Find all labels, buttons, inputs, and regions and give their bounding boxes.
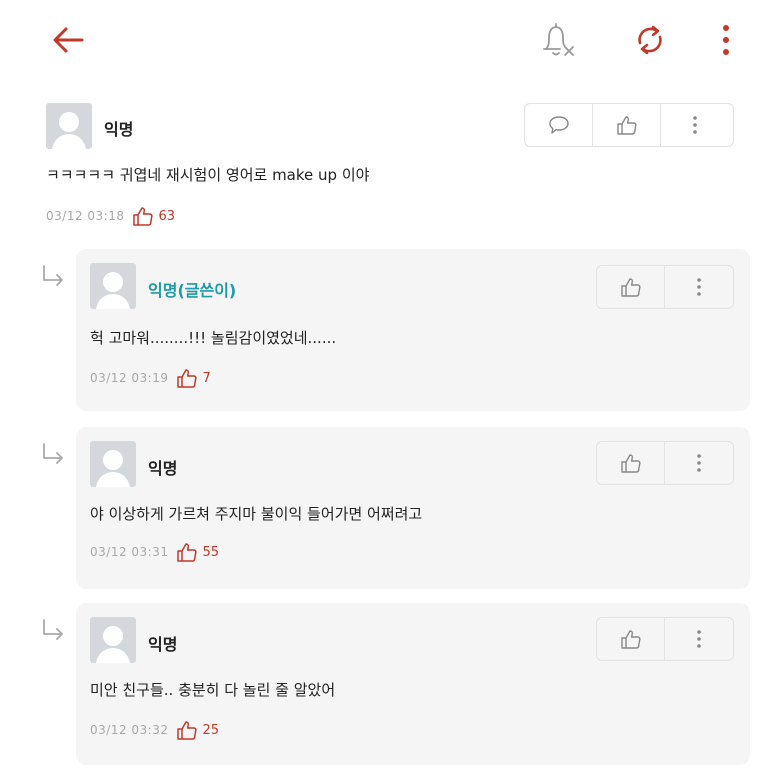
comment-menu-button[interactable]: [665, 442, 733, 484]
comment-time: 03/12 03:18: [46, 209, 125, 223]
avatar: [90, 617, 136, 663]
avatar: [90, 441, 136, 487]
like-count-value: 63: [158, 208, 176, 224]
comment-author: 익명: [148, 459, 178, 478]
like-count-value: 7: [202, 370, 211, 386]
comment-text: 헉 고마워........!!! 놀림감이였었네......: [90, 329, 337, 347]
reply-arrow-icon: [43, 443, 63, 464]
more-vertical-icon: [697, 454, 701, 472]
like-count-value: 55: [202, 544, 220, 560]
notification-button[interactable]: [536, 18, 580, 62]
thumbs-up-icon: [620, 630, 641, 649]
like-count-value: 25: [202, 722, 220, 738]
back-arrow-icon: [53, 27, 84, 53]
comment-meta: 03/12 03:18 63: [46, 205, 175, 227]
like-count: 25: [176, 719, 219, 741]
comment-meta: 03/12 03:31 55: [90, 541, 219, 563]
like-button[interactable]: [597, 618, 665, 660]
like-button[interactable]: [597, 442, 665, 484]
back-button[interactable]: [46, 18, 90, 62]
comment-actions: [596, 617, 734, 661]
comment-author: 익명: [148, 635, 178, 654]
avatar: [90, 263, 136, 309]
more-vertical-icon: [723, 25, 729, 55]
comment-time: 03/12 03:32: [90, 723, 169, 737]
thumbs-up-icon: [620, 454, 641, 473]
top-bar: [0, 0, 780, 80]
reply-arrow-icon: [43, 265, 63, 286]
reply-comment: 익명 야 이상하게 가르쳐 주지마 불이익 들어가면 어쩌려고 03/12 03…: [76, 427, 750, 589]
comment-time: 03/12 03:31: [90, 545, 169, 559]
comment-actions: [524, 103, 734, 147]
thumbs-up-icon: [620, 278, 641, 297]
thumbs-up-icon: [177, 369, 198, 388]
like-button[interactable]: [597, 266, 665, 308]
thumbs-up-icon: [177, 721, 198, 740]
comment-author: 익명: [104, 120, 134, 139]
like-count: 63: [132, 205, 175, 227]
speech-bubble-icon: [548, 116, 569, 134]
refresh-button[interactable]: [628, 18, 672, 62]
thumbs-up-icon: [133, 207, 154, 226]
comment-actions: [596, 265, 734, 309]
avatar: [46, 103, 92, 149]
refresh-icon: [638, 25, 662, 55]
comment-time: 03/12 03:19: [90, 371, 169, 385]
like-count: 55: [176, 541, 219, 563]
notification-off-icon: [543, 23, 574, 56]
comment-author: 익명(글쓴이): [148, 281, 237, 300]
more-vertical-icon: [697, 630, 701, 648]
more-options-button[interactable]: [706, 18, 746, 62]
comment: 익명 ㅋㅋㅋㅋㅋ 귀엽네 재시험이 영어로 make up 이야 03/12 0…: [0, 95, 780, 245]
comment-meta: 03/12 03:32 25: [90, 719, 219, 741]
reply-button[interactable]: [525, 104, 593, 146]
reply-comment: 익명(글쓴이) 헉 고마워........!!! 놀림감이였었네...... 0…: [76, 249, 750, 411]
comment-menu-button[interactable]: [665, 266, 733, 308]
thumbs-up-icon: [616, 116, 637, 135]
reply-comment: 익명 미안 친구들.. 충분히 다 놀린 줄 알았어 03/12 03:32 2…: [76, 603, 750, 765]
thumbs-up-icon: [177, 543, 198, 562]
comment-text: ㅋㅋㅋㅋㅋ 귀엽네 재시험이 영어로 make up 이야: [46, 166, 370, 184]
comment-menu-button[interactable]: [661, 104, 729, 146]
like-count: 7: [176, 367, 211, 389]
more-vertical-icon: [697, 278, 701, 296]
comment-menu-button[interactable]: [665, 618, 733, 660]
more-vertical-icon: [693, 116, 697, 134]
reply-arrow-icon: [43, 619, 63, 640]
comment-text: 미안 친구들.. 충분히 다 놀린 줄 알았어: [90, 681, 336, 699]
like-button[interactable]: [593, 104, 661, 146]
comment-meta: 03/12 03:19 7: [90, 367, 211, 389]
comment-text: 야 이상하게 가르쳐 주지마 불이익 들어가면 어쩌려고: [90, 505, 423, 523]
comment-actions: [596, 441, 734, 485]
